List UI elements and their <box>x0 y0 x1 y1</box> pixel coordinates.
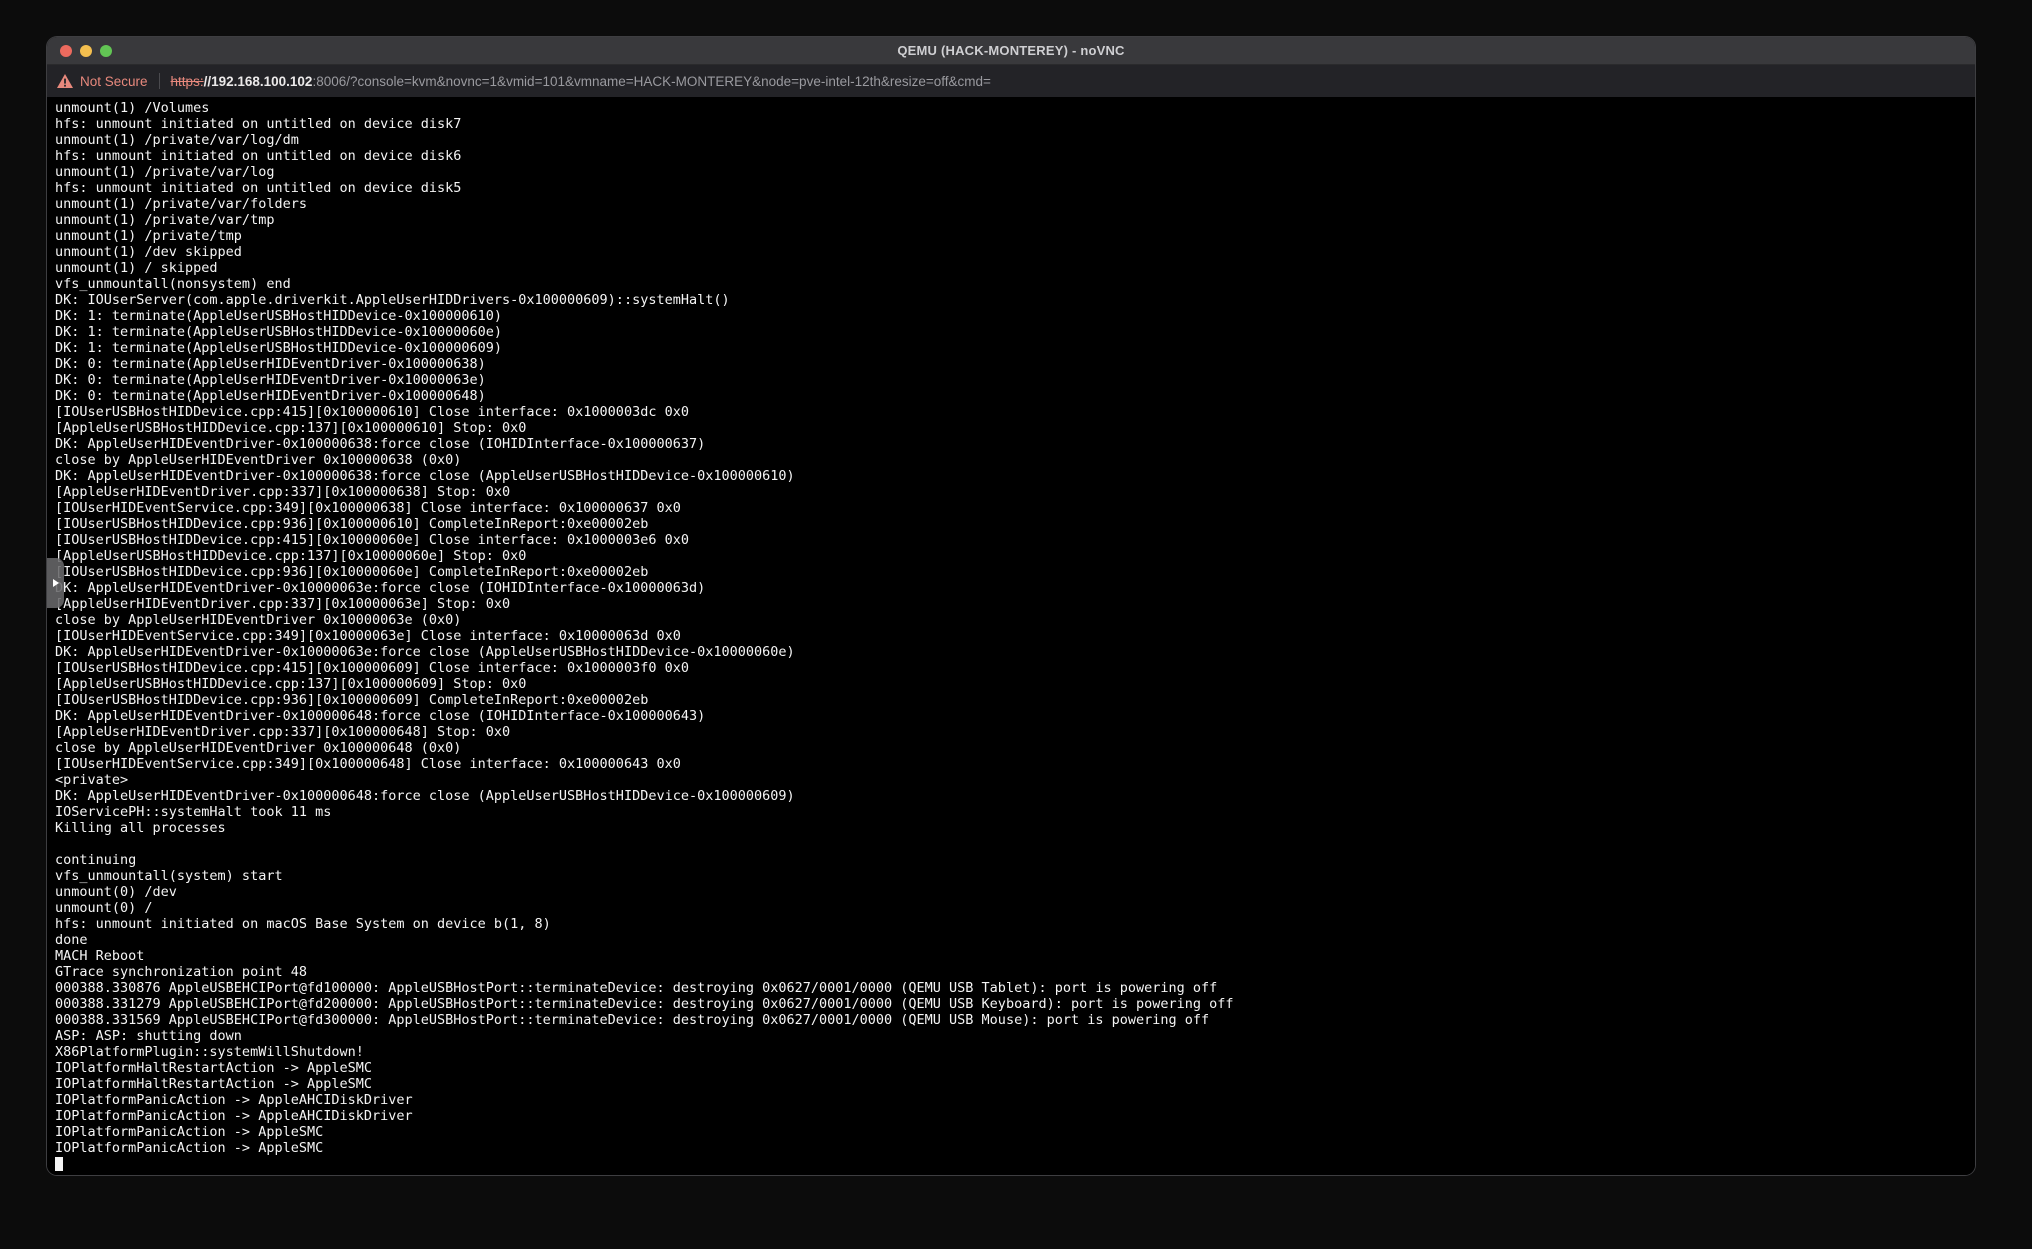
minimize-button[interactable] <box>80 45 92 57</box>
window-title: QEMU (HACK-MONTEREY) - noVNC <box>897 43 1124 58</box>
desktop-background: QEMU (HACK-MONTEREY) - noVNC Not Secure … <box>0 0 2032 1249</box>
url-host: //192.168.100.102 <box>204 74 313 89</box>
divider <box>159 73 160 89</box>
address-bar[interactable]: Not Secure https://192.168.100.102:8006/… <box>47 65 1975 97</box>
novnc-control-handle[interactable] <box>47 558 64 608</box>
browser-window: QEMU (HACK-MONTEREY) - noVNC Not Secure … <box>47 37 1975 1175</box>
window-titlebar[interactable]: QEMU (HACK-MONTEREY) - noVNC <box>47 37 1975 65</box>
close-button[interactable] <box>60 45 72 57</box>
console-content: unmount(1) /Volumes hfs: unmount initiat… <box>47 97 1975 1171</box>
security-status-label: Not Secure <box>80 74 148 89</box>
security-chip[interactable]: Not Secure <box>57 74 148 89</box>
chevron-right-icon <box>53 579 59 587</box>
warning-triangle-icon <box>57 74 73 88</box>
terminal-cursor <box>55 1157 63 1171</box>
vnc-screen[interactable]: unmount(1) /Volumes hfs: unmount initiat… <box>47 97 1975 1175</box>
zoom-button[interactable] <box>100 45 112 57</box>
console-log: unmount(1) /Volumes hfs: unmount initiat… <box>55 100 1975 1156</box>
traffic-lights <box>60 37 112 64</box>
url-scheme: https: <box>171 74 204 89</box>
url-path-query: :8006/?console=kvm&novnc=1&vmid=101&vmna… <box>312 74 990 89</box>
url-field[interactable]: https://192.168.100.102:8006/?console=kv… <box>171 74 991 89</box>
